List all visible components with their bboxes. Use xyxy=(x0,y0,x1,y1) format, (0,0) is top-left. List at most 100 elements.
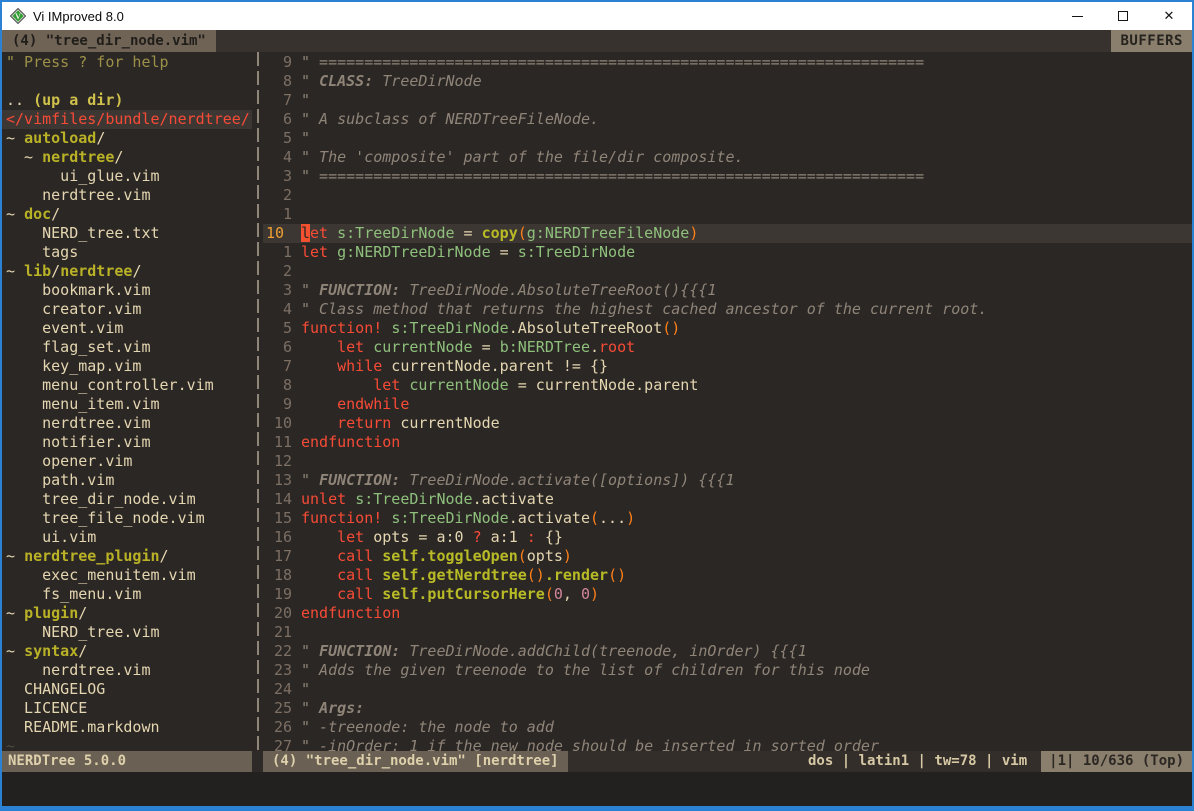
editor-line[interactable]: 9" =====================================… xyxy=(263,53,1192,72)
tree-item[interactable]: NERD_tree.txt xyxy=(6,224,252,243)
editor-line[interactable]: 8" CLASS: TreeDirNode xyxy=(263,72,1192,91)
editor-line[interactable]: 23" Adds the given treenode to the list … xyxy=(263,661,1192,680)
tree-item[interactable]: menu_item.vim xyxy=(6,395,252,414)
tree-item[interactable]: nerdtree.vim xyxy=(6,661,252,680)
token: " xyxy=(301,680,319,698)
editor-line[interactable]: 9 endwhile xyxy=(263,395,1192,414)
tab-tree-dir-node[interactable]: (4) "tree_dir_node.vim" xyxy=(2,30,216,52)
command-line[interactable] xyxy=(2,772,1192,806)
editor-line[interactable]: 4" Class method that returns the highest… xyxy=(263,300,1192,319)
tree-item[interactable]: key_map.vim xyxy=(6,357,252,376)
tree-item[interactable]: NERD_tree.vim xyxy=(6,623,252,642)
tree-item[interactable]: </vimfiles/bundle/nerdtree/ xyxy=(2,110,252,129)
token: nerdtree_plugin xyxy=(24,547,159,565)
editor-line[interactable]: 6" A subclass of NERDTreeFileNode. xyxy=(263,110,1192,129)
token: root xyxy=(599,338,635,356)
editor-line[interactable]: 11endfunction xyxy=(263,433,1192,452)
tree-item[interactable]: menu_controller.vim xyxy=(6,376,252,395)
tree-item[interactable]: creator.vim xyxy=(6,300,252,319)
editor-line[interactable]: 27" -inOrder: 1 if the new node should b… xyxy=(263,737,1192,751)
tree-item[interactable]: README.markdown xyxy=(6,718,252,737)
maximize-button[interactable] xyxy=(1100,2,1146,30)
buffers-label[interactable]: BUFFERS xyxy=(1111,30,1192,52)
tree-item[interactable] xyxy=(6,72,252,91)
editor-line[interactable]: 7 while currentNode.parent != {} xyxy=(263,357,1192,376)
editor-line[interactable]: 2 xyxy=(263,262,1192,281)
token: opts = a:0 xyxy=(364,528,472,546)
tree-item[interactable]: exec_menuitem.vim xyxy=(6,566,252,585)
tree-item[interactable]: ~ plugin/ xyxy=(6,604,252,623)
editor-line[interactable]: 6 let currentNode = b:NERDTree.root xyxy=(263,338,1192,357)
tree-item[interactable]: ~ doc/ xyxy=(6,205,252,224)
editor-line[interactable]: 16 let opts = a:0 ? a:1 : {} xyxy=(263,528,1192,547)
editor-line[interactable]: 5" xyxy=(263,129,1192,148)
code-text: " xyxy=(301,680,1192,699)
token xyxy=(328,243,337,261)
editor-line[interactable]: 12 xyxy=(263,452,1192,471)
tree-item[interactable]: bookmark.vim xyxy=(6,281,252,300)
editor-line[interactable]: 24" xyxy=(263,680,1192,699)
code-text: call self.getNerdtree().render() xyxy=(301,566,1192,585)
token: . xyxy=(590,338,599,356)
editor-line[interactable]: 17 call self.toggleOpen(opts) xyxy=(263,547,1192,566)
tree-item[interactable]: " Press ? for help xyxy=(6,53,252,72)
editor-line[interactable]: 1 xyxy=(263,205,1192,224)
editor-line[interactable]: 26" -treenode: the node to add xyxy=(263,718,1192,737)
editor-line[interactable]: 25" Args: xyxy=(263,699,1192,718)
tree-item[interactable]: ~ lib/nerdtree/ xyxy=(6,262,252,281)
close-icon: ✕ xyxy=(1164,9,1175,24)
editor-line[interactable]: 3" FUNCTION: TreeDirNode.AbsoluteTreeRoo… xyxy=(263,281,1192,300)
tree-item[interactable]: event.vim xyxy=(6,319,252,338)
tree-item[interactable]: ~ autoload/ xyxy=(6,129,252,148)
tree-item[interactable]: nerdtree.vim xyxy=(6,186,252,205)
minimize-button[interactable] xyxy=(1054,2,1100,30)
editor-line[interactable]: 13" FUNCTION: TreeDirNode.activate([opti… xyxy=(263,471,1192,490)
token: currentNode xyxy=(391,414,499,432)
tree-item[interactable]: ~ nerdtree_plugin/ xyxy=(6,547,252,566)
tree-item[interactable]: path.vim xyxy=(6,471,252,490)
editor-line[interactable]: 18 call self.getNerdtree().render() xyxy=(263,566,1192,585)
editor-line[interactable]: 1let g:NERDTreeDirNode = s:TreeDirNode xyxy=(263,243,1192,262)
tree-item[interactable]: nerdtree.vim xyxy=(6,414,252,433)
tree-item[interactable]: ui.vim xyxy=(6,528,252,547)
tree-item[interactable]: .. (up a dir) xyxy=(6,91,252,110)
editor-line[interactable]: 2 xyxy=(263,186,1192,205)
editor-line[interactable]: 10let s:TreeDirNode = copy(g:NERDTreeFil… xyxy=(263,224,1192,243)
tree-item[interactable]: tree_dir_node.vim xyxy=(6,490,252,509)
editor-line[interactable]: 3" =====================================… xyxy=(263,167,1192,186)
token: nerdtree.vim xyxy=(6,661,151,679)
tree-item[interactable]: notifier.vim xyxy=(6,433,252,452)
editor-line[interactable]: 19 call self.putCursorHere(0, 0) xyxy=(263,585,1192,604)
tree-item[interactable]: ~ xyxy=(6,737,252,751)
code-text: endfunction xyxy=(301,433,1192,452)
editor-line[interactable]: 10 return currentNode xyxy=(263,414,1192,433)
token: function! xyxy=(301,509,382,527)
title-bar: V Vi IMproved 8.0 ✕ xyxy=(2,2,1192,30)
line-number: 19 xyxy=(263,585,301,604)
editor-line[interactable]: 21 xyxy=(263,623,1192,642)
editor-line[interactable]: 4" The 'composite' part of the file/dir … xyxy=(263,148,1192,167)
split-separator[interactable] xyxy=(252,52,263,751)
tree-item[interactable]: fs_menu.vim xyxy=(6,585,252,604)
tree-item[interactable]: flag_set.vim xyxy=(6,338,252,357)
code-text: " ======================================… xyxy=(301,167,1192,186)
tree-item[interactable]: ui_glue.vim xyxy=(6,167,252,186)
token xyxy=(301,566,337,584)
line-number: 7 xyxy=(263,357,301,376)
tree-item[interactable]: CHANGELOG xyxy=(6,680,252,699)
tree-item[interactable]: ~ syntax/ xyxy=(6,642,252,661)
close-button[interactable]: ✕ xyxy=(1146,2,1192,30)
editor-line[interactable]: 7" xyxy=(263,91,1192,110)
editor-line[interactable]: 15function! s:TreeDirNode.activate(...) xyxy=(263,509,1192,528)
editor-line[interactable]: 22" FUNCTION: TreeDirNode.addChild(treen… xyxy=(263,642,1192,661)
editor-line[interactable]: 14unlet s:TreeDirNode.activate xyxy=(263,490,1192,509)
tree-item[interactable]: tags xyxy=(6,243,252,262)
editor-line[interactable]: 5function! s:TreeDirNode.AbsoluteTreeRoo… xyxy=(263,319,1192,338)
tree-item[interactable]: ~ nerdtree/ xyxy=(6,148,252,167)
tree-item[interactable]: opener.vim xyxy=(6,452,252,471)
tree-item[interactable]: LICENCE xyxy=(6,699,252,718)
tree-item[interactable]: tree_file_node.vim xyxy=(6,509,252,528)
editor-line[interactable]: 20endfunction xyxy=(263,604,1192,623)
minimize-icon xyxy=(1072,16,1083,17)
editor-line[interactable]: 8 let currentNode = currentNode.parent xyxy=(263,376,1192,395)
